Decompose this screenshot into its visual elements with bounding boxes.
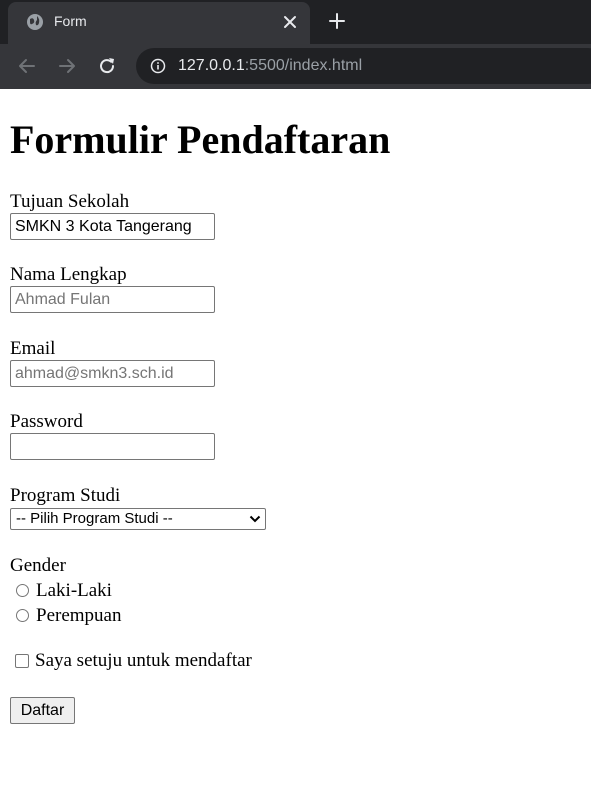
school-label: Tujuan Sekolah [10,191,130,212]
agree-checkbox[interactable] [15,654,29,668]
email-label: Email [10,338,56,359]
url-path: :5500/index.html [244,57,363,74]
url-text[interactable]: 127.0.0.1:5500/index.html [178,57,362,75]
radio-button[interactable] [16,609,29,622]
password-input[interactable] [10,433,215,460]
new-tab-plus-icon[interactable] [328,12,346,30]
url-host: 127.0.0.1 [178,57,245,74]
submit-button[interactable]: Daftar [10,697,75,724]
password-label: Password [10,411,83,432]
browser-chrome: Form 127.0.0.1:5500/index.html [0,0,591,89]
program-select[interactable]: -- Pilih Program Studi -- [10,508,266,530]
close-icon[interactable] [282,14,298,30]
address-bar[interactable]: 127.0.0.1:5500/index.html [136,48,591,84]
gender-option-label: Perempuan [36,605,122,626]
page-content: Formulir Pendaftaran Tujuan Sekolah Nama… [0,89,591,802]
email-input[interactable] [10,360,215,387]
browser-toolbar: 127.0.0.1:5500/index.html [0,44,591,89]
info-icon[interactable] [150,58,166,74]
globe-icon [27,14,43,30]
radio-button[interactable] [16,584,29,597]
page-title: Formulir Pendaftaran [10,117,391,162]
gender-option-label: Laki-Laki [36,580,112,601]
program-label: Program Studi [10,485,121,506]
chevron-down-icon [249,515,261,523]
name-input[interactable] [10,286,215,313]
tab-title: Form [54,13,87,29]
name-label: Nama Lengkap [10,264,127,285]
program-selected-value: -- Pilih Program Studi -- [16,510,173,527]
reload-icon[interactable] [96,55,118,77]
back-arrow-icon[interactable] [16,55,38,77]
browser-tab[interactable]: Form [8,2,310,44]
forward-arrow-icon[interactable] [56,55,78,77]
agree-label: Saya setuju untuk mendaftar [35,650,252,671]
school-input[interactable] [10,213,215,240]
gender-label: Gender [10,555,66,576]
